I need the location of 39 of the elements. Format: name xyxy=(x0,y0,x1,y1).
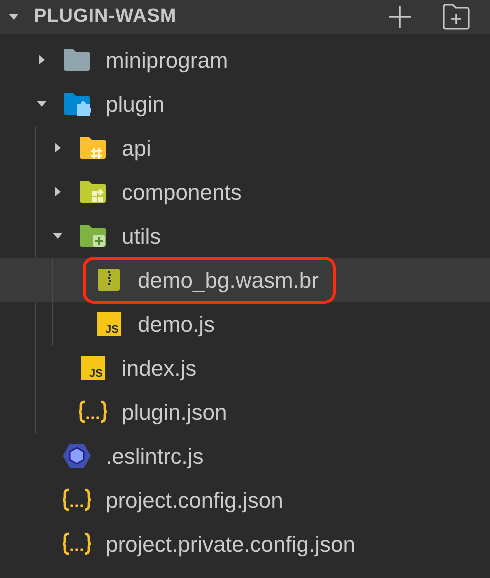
tree-item[interactable]: JS demo.js xyxy=(0,302,490,346)
new-file-icon[interactable] xyxy=(388,5,412,29)
item-label: demo_bg.wasm.br xyxy=(138,266,319,295)
section-title: PLUGIN-WASM xyxy=(34,4,177,29)
item-label: project.config.json xyxy=(106,486,284,515)
item-label: project.private.config.json xyxy=(106,530,356,559)
braces-icon xyxy=(78,400,108,424)
tree-item[interactable]: api xyxy=(0,126,490,170)
braces-icon xyxy=(62,532,92,556)
tree-item[interactable]: demo_bg.wasm.br xyxy=(0,258,490,302)
item-label: utils xyxy=(122,222,162,250)
item-label: plugin.json xyxy=(122,398,228,427)
plus-folder-icon xyxy=(79,224,107,248)
folder-icon xyxy=(63,48,91,72)
tree-item[interactable]: plugin xyxy=(0,82,490,126)
tree-item[interactable]: utils xyxy=(0,214,490,258)
new-folder-icon[interactable] xyxy=(442,4,470,30)
tree-item[interactable]: .eslintrc.js xyxy=(0,434,490,478)
hash-folder-icon xyxy=(79,136,107,160)
tree-item[interactable]: plugin.json xyxy=(0,390,490,434)
js-file-icon: JS xyxy=(81,356,105,380)
braces-icon xyxy=(62,488,92,512)
tree-item[interactable]: project.private.config.json xyxy=(0,522,490,566)
tree-item[interactable]: JS index.js xyxy=(0,346,490,390)
tree-item[interactable]: components xyxy=(0,170,490,214)
hexagon-icon xyxy=(63,443,91,469)
item-label: index.js xyxy=(122,354,197,383)
item-label: demo.js xyxy=(138,310,216,339)
js-file-icon: JS xyxy=(97,312,121,336)
item-label: plugin xyxy=(106,90,165,119)
tree-item[interactable]: miniprogram xyxy=(0,38,490,82)
item-label: components xyxy=(122,178,242,207)
blocks-folder-icon xyxy=(79,180,107,204)
puzzle-folder-icon xyxy=(63,92,91,116)
item-label: miniprogram xyxy=(106,46,228,75)
archive-file-icon xyxy=(97,268,121,292)
item-label: api xyxy=(122,134,152,163)
item-label: .eslintrc.js xyxy=(106,442,204,471)
tree-item[interactable]: project.config.json xyxy=(0,478,490,522)
